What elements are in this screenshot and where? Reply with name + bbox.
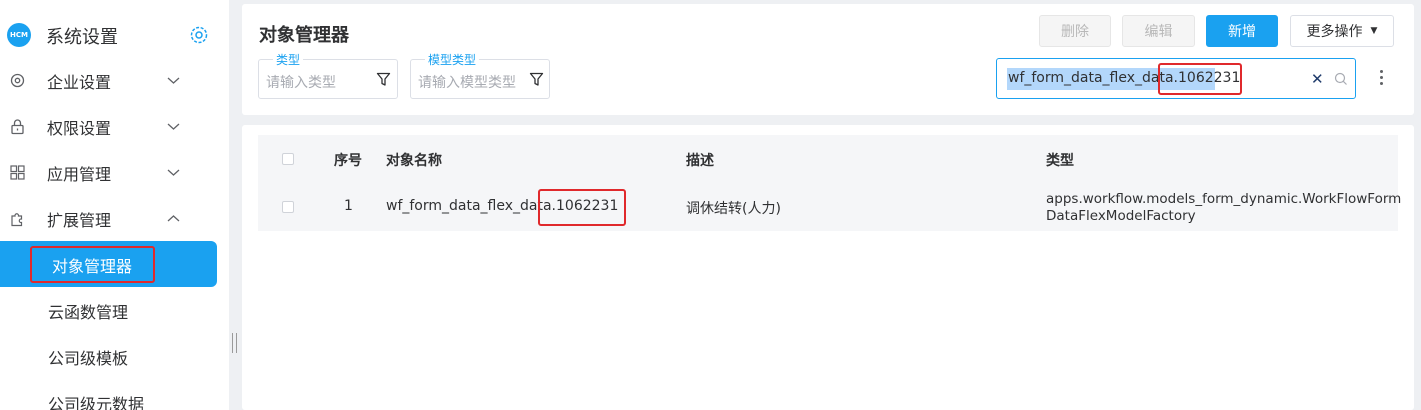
sidebar-subitem-label: 云函数管理 (48, 303, 129, 322)
type-filter[interactable]: 类型 请输入类型 (258, 54, 398, 99)
column-header-index: 序号 (334, 153, 362, 169)
table-header: 序号 对象名称 描述 类型 (258, 135, 1398, 183)
caret-down-icon: ▼ (1370, 26, 1378, 36)
highlight-box (30, 246, 155, 283)
table-row[interactable]: 1 wf_form_data_flex_data.1062231 调休结转(人力… (258, 183, 1402, 231)
page-title: 对象管理器 (259, 25, 349, 46)
model-type-filter-placeholder: 请输入模型类型 (418, 75, 516, 91)
settings-icon (10, 73, 25, 88)
table-panel: 序号 对象名称 描述 类型 1 wf_form_data_flex_data.1… (242, 125, 1414, 410)
delete-button[interactable]: 删除 (1039, 15, 1111, 47)
lock-icon (11, 119, 24, 135)
more-actions-button[interactable]: 更多操作 ▼ (1290, 15, 1394, 47)
sidebar-item-label: 应用管理 (47, 165, 112, 184)
sidebar-subitem-label: 公司级模板 (48, 349, 129, 368)
toolbar-panel: 对象管理器 删除 编辑 新增 更多操作 ▼ 类型 请输入类型 模型类型 请输入模… (242, 4, 1414, 115)
sidebar-brand: HCM 系统设置 (0, 14, 229, 54)
column-header-description: 描述 (686, 153, 714, 169)
chevron-down-icon (167, 77, 180, 84)
kebab-menu-icon[interactable] (1380, 70, 1384, 88)
sidebar-item-label: 企业设置 (47, 73, 112, 92)
row-checkbox[interactable] (282, 201, 294, 213)
highlight-box (1158, 63, 1242, 95)
sidebar-subitem-company-metadata[interactable]: 公司级元数据 (0, 379, 229, 410)
row-index: 1 (344, 198, 353, 214)
column-header-name: 对象名称 (386, 153, 442, 169)
brand-title: 系统设置 (46, 27, 118, 48)
chevron-up-icon (167, 215, 180, 222)
filter-icon[interactable] (376, 72, 391, 87)
add-button[interactable]: 新增 (1206, 15, 1278, 47)
row-type-line1: apps.workflow.models_form_dynamic.WorkFl… (1046, 191, 1402, 207)
hcm-logo: HCM (7, 23, 31, 47)
sidebar-item-label: 扩展管理 (47, 211, 112, 230)
highlight-box (538, 189, 626, 226)
sidebar-item-app-management[interactable]: 应用管理 (0, 150, 229, 194)
grid-icon (10, 165, 25, 180)
sidebar-subitem-label: 公司级元数据 (48, 395, 145, 410)
sidebar: HCM 系统设置 企业设置 权限设置 应用管理 扩展管理 对象管理器 云函数管理… (0, 0, 229, 410)
search-icon[interactable] (1334, 72, 1348, 86)
clear-icon[interactable]: ✕ (1311, 70, 1324, 88)
puzzle-icon (11, 213, 23, 227)
sidebar-item-extension-management[interactable]: 扩展管理 (0, 196, 229, 240)
select-all-checkbox[interactable] (282, 153, 294, 165)
chevron-down-icon (167, 123, 180, 130)
sidebar-item-label: 权限设置 (47, 119, 112, 138)
chevron-down-icon (167, 169, 180, 176)
sidebar-item-enterprise-settings[interactable]: 企业设置 (0, 58, 229, 102)
more-actions-label: 更多操作 (1306, 24, 1363, 40)
edit-button[interactable]: 编辑 (1122, 15, 1195, 47)
sidebar-item-permission-settings[interactable]: 权限设置 (0, 104, 229, 148)
column-header-type: 类型 (1046, 153, 1074, 169)
resize-handle[interactable] (232, 333, 237, 353)
row-type-line2: DataFlexModelFactory (1046, 208, 1196, 224)
type-filter-placeholder: 请输入类型 (266, 75, 336, 91)
gear-icon[interactable] (189, 25, 209, 45)
sidebar-subitem-cloud-functions[interactable]: 云函数管理 (0, 287, 229, 331)
row-description: 调休结转(人力) (686, 201, 781, 217)
sidebar-subitem-company-templates[interactable]: 公司级模板 (0, 333, 229, 377)
filter-icon[interactable] (529, 72, 544, 87)
model-type-filter-label: 模型类型 (425, 54, 480, 66)
model-type-filter[interactable]: 模型类型 请输入模型类型 (410, 54, 550, 99)
type-filter-label: 类型 (273, 54, 304, 66)
